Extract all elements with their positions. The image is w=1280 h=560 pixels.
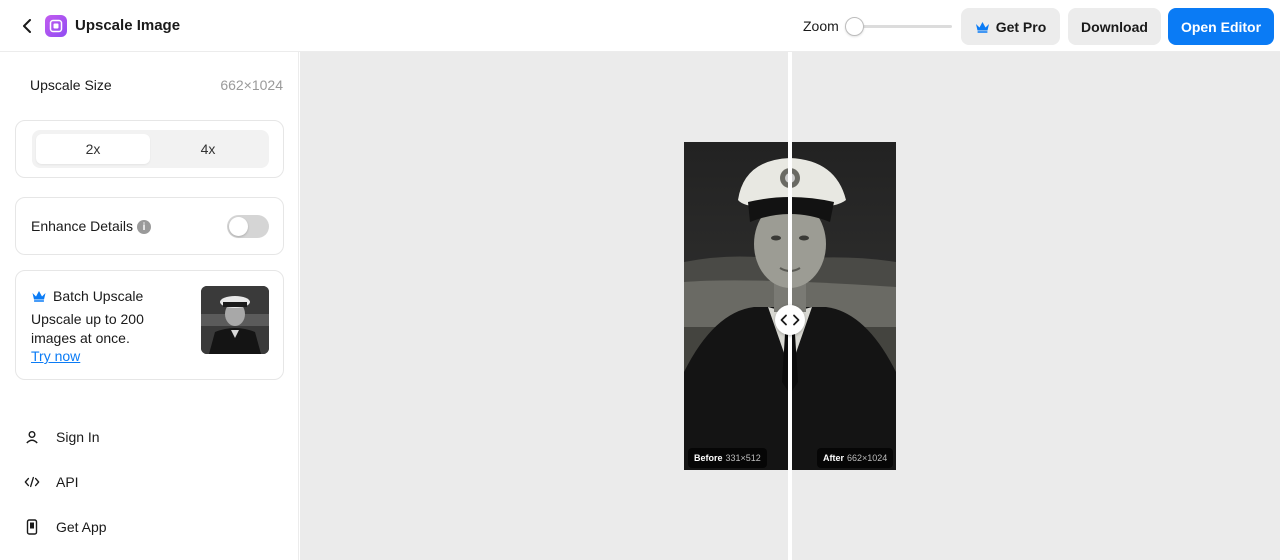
try-now-link[interactable]: Try now bbox=[31, 348, 80, 364]
get-pro-button[interactable]: Get Pro bbox=[961, 8, 1060, 45]
top-bar: Upscale Image Zoom Get Pro Download Open… bbox=[0, 0, 1280, 52]
zoom-slider-thumb[interactable] bbox=[845, 17, 864, 36]
batch-title-row: Batch Upscale bbox=[31, 288, 143, 304]
enhance-details-toggle[interactable] bbox=[227, 215, 269, 238]
zoom-label: Zoom bbox=[803, 18, 839, 34]
app-title: Upscale Image bbox=[75, 17, 181, 34]
scale-card: 2x 4x bbox=[15, 120, 284, 178]
before-badge: Before 331×512 bbox=[688, 448, 767, 468]
batch-upscale-description: Upscale up to 200 images at once. bbox=[31, 311, 144, 346]
get-pro-label: Get Pro bbox=[995, 18, 1047, 35]
upscale-app-icon bbox=[49, 19, 63, 33]
open-editor-button[interactable]: Open Editor bbox=[1168, 8, 1274, 45]
api-label: API bbox=[56, 474, 79, 490]
crown-icon bbox=[32, 291, 46, 302]
api-link[interactable]: API bbox=[24, 470, 79, 494]
batch-upscale-card: Batch Upscale Upscale up to 200 images a… bbox=[15, 270, 284, 380]
before-label: Before bbox=[694, 453, 723, 463]
batch-thumbnail-image bbox=[201, 286, 269, 354]
scale-option-2x[interactable]: 2x bbox=[36, 134, 150, 164]
back-button[interactable] bbox=[16, 14, 38, 38]
after-badge: After 662×1024 bbox=[817, 448, 894, 468]
upscale-size-label: Upscale Size bbox=[30, 77, 112, 93]
enhance-details-label: Enhance Details bbox=[31, 218, 133, 234]
image-canvas: Before 331×512 After 662×1024 bbox=[300, 52, 1280, 560]
crown-icon bbox=[975, 21, 989, 33]
before-dimensions: 331×512 bbox=[725, 453, 761, 463]
download-button[interactable]: Download bbox=[1068, 8, 1161, 45]
portrait-thumbnail bbox=[201, 286, 269, 354]
scale-selector: 2x 4x bbox=[32, 130, 269, 168]
batch-upscale-title: Batch Upscale bbox=[53, 288, 144, 304]
sign-in-link[interactable]: Sign In bbox=[24, 425, 100, 449]
arrows-left-right-icon bbox=[780, 314, 800, 326]
sign-in-label: Sign In bbox=[56, 429, 100, 445]
enhance-card: Enhance Details i bbox=[15, 197, 284, 255]
get-app-link[interactable]: Get App bbox=[24, 515, 107, 539]
app-logo bbox=[45, 15, 67, 37]
scale-option-4x[interactable]: 4x bbox=[151, 134, 265, 164]
toggle-knob bbox=[229, 217, 248, 236]
compare-handle[interactable] bbox=[775, 305, 805, 335]
upscale-size-value: 662×1024 bbox=[220, 77, 283, 93]
info-icon[interactable]: i bbox=[137, 220, 151, 234]
after-label: After bbox=[823, 453, 845, 463]
user-icon bbox=[24, 429, 40, 445]
phone-icon bbox=[24, 519, 40, 535]
get-app-label: Get App bbox=[56, 519, 107, 535]
after-dimensions: 662×1024 bbox=[847, 453, 888, 463]
code-icon bbox=[24, 474, 40, 490]
chevron-left-icon bbox=[23, 19, 31, 33]
sidebar: Upscale Size 662×1024 2x 4x Enhance Deta… bbox=[0, 52, 299, 560]
